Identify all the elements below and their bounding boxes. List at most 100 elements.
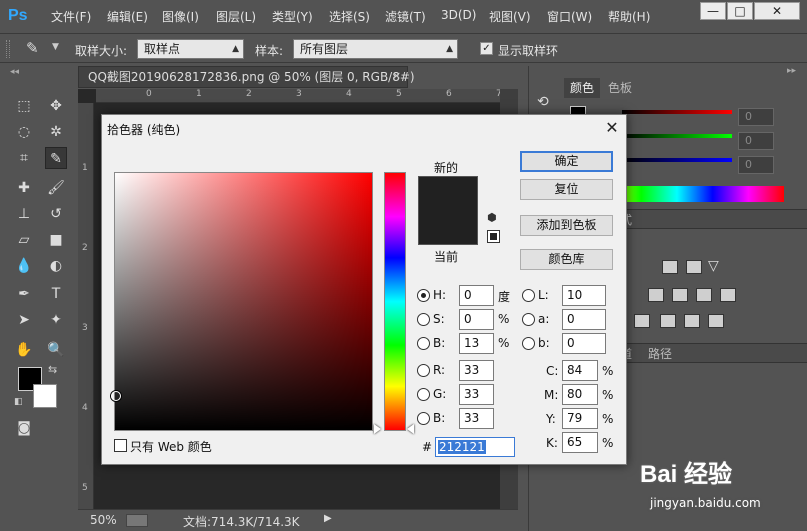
g-input[interactable]: 33 [459,384,494,405]
b-radio[interactable] [417,337,430,350]
expand-arrows-icon[interactable]: ▸▸ [787,66,796,76]
menu-file[interactable]: 文件(F) [51,8,91,25]
adjustment-icon[interactable] [696,288,712,302]
document-tab[interactable]: QQ截图20190628172836.png @ 50% (图层 0, RGB/… [78,66,415,88]
history-icon[interactable]: ⟲ [537,94,549,110]
maximize-button[interactable]: □ [727,2,753,20]
zoom-tool-icon[interactable]: 🔍 [45,339,67,361]
gradient-tool-icon[interactable]: ■ [45,229,67,251]
hand-tool-icon[interactable]: ✋ [13,339,35,361]
minimize-button[interactable]: — [700,2,726,20]
hue-slider-handle-right[interactable] [407,424,414,434]
adjustment-icon[interactable] [634,314,650,328]
adjustment-icon[interactable] [648,288,664,302]
web-safe-swatch-icon[interactable] [487,230,500,243]
y-input[interactable]: 79 [562,408,598,429]
close-document-icon[interactable]: × [392,69,401,82]
reset-button[interactable]: 复位 [520,179,613,200]
m-input[interactable]: 80 [562,384,598,405]
menu-3d[interactable]: 3D(D) [441,8,476,22]
sample-size-select[interactable]: 取样点 ▲ [137,39,244,59]
a-radio[interactable] [522,313,535,326]
grip-handle[interactable] [6,40,10,58]
red-value-box[interactable] [738,108,774,126]
collapse-arrows-icon[interactable]: ◂◂ [10,67,19,77]
lasso-tool-icon[interactable]: ◌ [13,121,35,143]
blur-tool-icon[interactable]: 💧 [13,255,35,277]
blue-slider[interactable] [622,158,732,162]
tab-swatches[interactable]: 色板 [602,78,638,98]
a-input[interactable]: 0 [562,309,606,330]
menu-help[interactable]: 帮助(H) [608,8,650,25]
eraser-tool-icon[interactable]: ▱ [13,229,35,251]
menu-view[interactable]: 视图(V) [489,8,531,25]
b-input[interactable]: 13 [459,333,494,354]
adjustment-icon[interactable] [686,260,702,274]
menu-filter[interactable]: 滤镜(T) [385,8,426,25]
swap-colors-icon[interactable]: ⇆ [48,363,57,376]
close-icon[interactable]: ✕ [602,119,622,139]
menu-select[interactable]: 选择(S) [329,8,370,25]
green-slider[interactable] [622,134,732,138]
magic-wand-tool-icon[interactable]: ✲ [45,121,67,143]
background-color-swatch[interactable] [33,384,57,408]
c-input[interactable]: 84 [562,360,598,381]
paths-tab[interactable]: 路径 [648,345,672,363]
eyedropper-tool-icon[interactable]: ✎ [45,147,67,169]
eyedropper-tool-preset-icon[interactable]: ✎ [26,39,39,57]
dodge-tool-icon[interactable]: ◐ [45,255,67,277]
status-icon[interactable] [126,514,148,527]
adjustment-icon[interactable] [662,260,678,274]
k-input[interactable]: 65 [562,432,598,453]
ok-button[interactable]: 确定 [520,151,613,172]
triangle-down-icon[interactable]: ▽ [708,258,719,274]
h-input[interactable]: 0 [459,285,494,306]
adjustment-icon[interactable] [660,314,676,328]
l-input[interactable]: 10 [562,285,606,306]
green-value-box[interactable] [738,132,774,150]
current-color-swatch[interactable] [418,212,478,245]
adjustment-icon[interactable] [720,288,736,302]
lab-b-radio[interactable] [522,337,535,350]
color-field-cursor[interactable] [111,391,121,401]
pen-tool-icon[interactable]: ✒ [13,283,35,305]
clone-stamp-tool-icon[interactable]: ⊥ [13,203,35,225]
shape-tool-icon[interactable]: ✦ [45,309,67,331]
adjustment-icon[interactable] [672,288,688,302]
default-colors-icon[interactable]: ◧ [14,397,23,407]
adjustment-icon[interactable] [708,314,724,328]
blue-radio[interactable] [417,412,430,425]
g-radio[interactable] [417,388,430,401]
play-arrow-icon[interactable]: ▶ [324,513,332,524]
blue-value-box[interactable] [738,156,774,174]
zoom-level[interactable]: 50% [90,513,117,527]
r-input[interactable]: 33 [459,360,494,381]
history-brush-tool-icon[interactable]: ↺ [45,203,67,225]
l-radio[interactable] [522,289,535,302]
crop-tool-icon[interactable]: ⌗ [13,147,35,169]
show-ring-checkbox[interactable]: ✓ [480,42,493,55]
adjustment-icon[interactable] [684,314,700,328]
marquee-tool-icon[interactable]: ⬚ [13,95,35,117]
type-tool-icon[interactable]: T [45,283,67,305]
menu-image[interactable]: 图像(I) [162,8,199,25]
color-libraries-button[interactable]: 颜色库 [520,249,613,270]
menu-edit[interactable]: 编辑(E) [107,8,148,25]
chevron-down-icon[interactable]: ▼ [52,42,59,52]
lab-b-input[interactable]: 0 [562,333,606,354]
r-radio[interactable] [417,364,430,377]
close-window-button[interactable]: ✕ [754,2,800,20]
saturation-brightness-field[interactable] [114,172,373,431]
web-colors-only-checkbox[interactable] [114,439,127,452]
sample-select[interactable]: 所有图层 ▲ [293,39,458,59]
menu-window[interactable]: 窗口(W) [547,8,592,25]
add-to-swatches-button[interactable]: 添加到色板 [520,215,613,236]
hue-slider-handle-left[interactable] [374,424,381,434]
healing-brush-tool-icon[interactable]: ✚ [13,177,35,199]
s-radio[interactable] [417,313,430,326]
menu-layer[interactable]: 图层(L) [216,8,256,25]
brush-tool-icon[interactable]: 🖌 [45,177,67,199]
hue-slider[interactable] [384,172,406,431]
move-tool-icon[interactable]: ✥ [45,95,67,117]
h-radio[interactable] [417,289,430,302]
